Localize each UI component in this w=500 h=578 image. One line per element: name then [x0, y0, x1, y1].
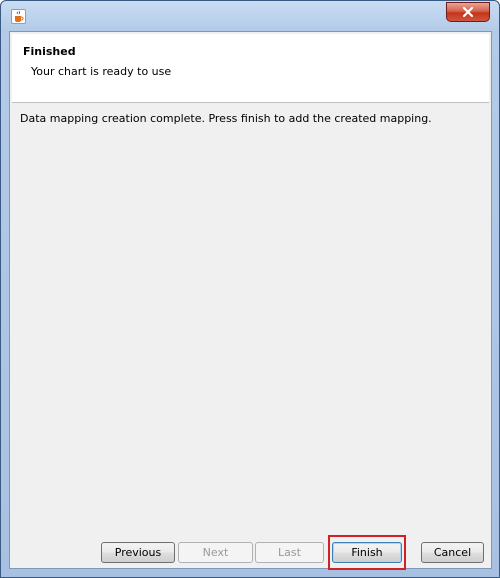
wizard-header: Finished Your chart is ready to use	[12, 34, 489, 103]
wizard-window: Finished Your chart is ready to use Data…	[0, 0, 500, 578]
java-cup-icon	[11, 9, 26, 24]
cancel-button[interactable]: Cancel	[421, 542, 484, 563]
last-button[interactable]: Last	[255, 542, 324, 563]
next-button[interactable]: Next	[178, 542, 253, 563]
close-button[interactable]	[446, 2, 490, 22]
title-bar[interactable]	[1, 1, 499, 31]
previous-button[interactable]: Previous	[101, 542, 175, 563]
header-title: Finished	[23, 45, 76, 58]
header-subtitle: Your chart is ready to use	[31, 65, 172, 78]
completion-message: Data mapping creation complete. Press fi…	[20, 112, 432, 125]
close-icon	[462, 6, 474, 18]
wizard-content: Finished Your chart is ready to use Data…	[9, 31, 492, 570]
finish-button[interactable]: Finish	[332, 542, 402, 563]
